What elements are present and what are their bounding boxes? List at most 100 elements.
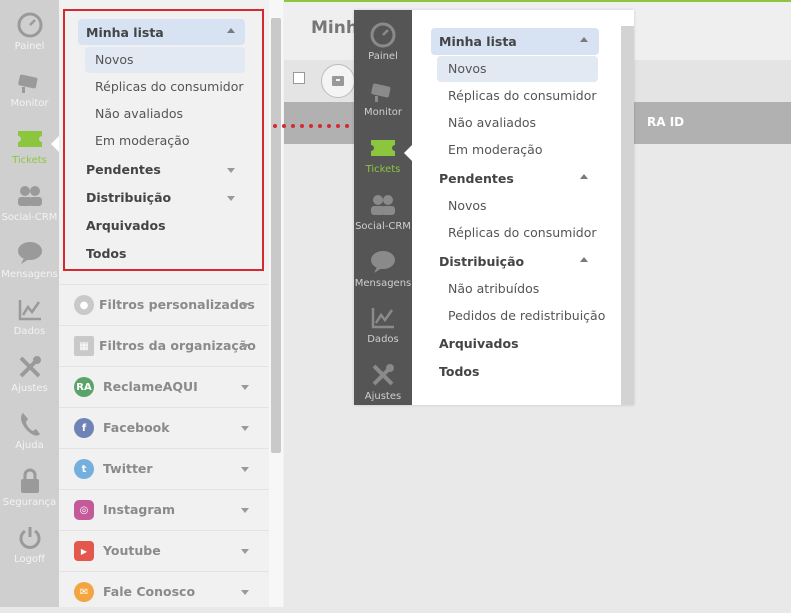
- rail-label: Monitor: [10, 98, 49, 109]
- archive-button[interactable]: [321, 64, 355, 98]
- sidebar-channel-twitter[interactable]: t Twitter: [59, 448, 269, 490]
- sidebar-channel-instagram[interactable]: ◎ Instagram: [59, 489, 269, 531]
- expand-icon[interactable]: [241, 385, 249, 390]
- rail-label: Dados: [13, 326, 46, 337]
- sidebar-filtros-personalizados[interactable]: ● Filtros personalizados: [59, 284, 269, 326]
- popup-pendentes-replicas[interactable]: Réplicas do consumidor: [448, 225, 597, 240]
- rail-item-monitor[interactable]: Monitor: [354, 76, 412, 133]
- sidebar-channel-reclameaqui[interactable]: RA ReclameAQUI: [59, 366, 269, 408]
- collapse-icon[interactable]: [580, 174, 588, 179]
- instagram-icon: ◎: [74, 500, 94, 520]
- rail-label: Tickets: [12, 155, 47, 166]
- chat-bubble-icon: [371, 251, 395, 273]
- popup-pendentes[interactable]: Pendentes: [439, 171, 514, 186]
- user-icon: ●: [74, 295, 94, 315]
- rail-item-dados[interactable]: Dados: [0, 295, 59, 352]
- rail-item-mensagens[interactable]: Mensagens: [0, 238, 59, 295]
- rail-item-tickets[interactable]: Tickets: [0, 124, 59, 181]
- gauge-icon: [370, 22, 396, 48]
- rail-item-painel[interactable]: Painel: [0, 10, 59, 67]
- select-all-checkbox[interactable]: [293, 72, 305, 84]
- rail-item-painel[interactable]: Painel: [354, 20, 412, 77]
- camera-icon: [371, 83, 391, 102]
- youtube-icon: ▶: [74, 541, 94, 561]
- facebook-icon: f: [74, 418, 94, 438]
- phone-icon: [20, 413, 40, 436]
- rail-label: Painel: [368, 51, 398, 62]
- rail-label: Mensagens: [354, 278, 412, 289]
- zoomed-scrollbar[interactable]: [621, 26, 634, 405]
- popup-pendentes-novos[interactable]: Novos: [448, 198, 487, 213]
- rail-item-ajustes[interactable]: Ajustes: [0, 352, 59, 409]
- expand-icon[interactable]: [241, 590, 249, 595]
- rail-item-ajustes[interactable]: Ajustes: [354, 360, 412, 417]
- column-ra-id[interactable]: RA ID: [647, 115, 684, 129]
- expand-icon[interactable]: [241, 549, 249, 554]
- popup-distribuicao-pedidos[interactable]: Pedidos de redistribuição: [448, 308, 605, 323]
- rail-item-seguranca[interactable]: Segurança: [0, 466, 59, 523]
- rail-label: Ajustes: [364, 391, 402, 402]
- rail-label: Social-CRM: [1, 212, 58, 223]
- sidebar-channel-youtube[interactable]: ▶ Youtube: [59, 530, 269, 572]
- rail-item-social-crm[interactable]: Social-CRM: [0, 181, 59, 238]
- popup-distribuicao[interactable]: Distribuição: [439, 254, 524, 269]
- popup-item-nao-avaliados[interactable]: Não avaliados: [448, 115, 536, 130]
- building-icon: ▦: [74, 336, 94, 356]
- rail-item-logoff[interactable]: Logoff: [0, 523, 59, 580]
- rail-item-social-crm[interactable]: Social-CRM: [354, 190, 412, 247]
- rail-item-ajuda[interactable]: Ajuda: [0, 409, 59, 466]
- popup-minha-lista[interactable]: Minha lista: [439, 34, 517, 49]
- connector-dots: [273, 124, 349, 128]
- rail-item-mensagens[interactable]: Mensagens: [354, 247, 412, 304]
- rail-label: Mensagens: [1, 269, 58, 280]
- users-icon: [17, 186, 42, 206]
- popup-item-replicas[interactable]: Réplicas do consumidor: [448, 88, 597, 103]
- tools-icon: [372, 364, 394, 386]
- rail-label: Ajuda: [15, 440, 44, 451]
- rail-label: Painel: [14, 41, 45, 52]
- rail-label: Ajustes: [11, 383, 48, 394]
- power-icon: [19, 527, 40, 549]
- users-icon: [371, 195, 395, 215]
- rail-label: Social-CRM: [355, 221, 411, 232]
- expand-icon[interactable]: [241, 508, 249, 513]
- chart-line-icon: [371, 308, 394, 329]
- rail-label: Logoff: [14, 554, 45, 565]
- active-notch: [51, 136, 59, 152]
- popup-item-em-moderacao[interactable]: Em moderação: [448, 142, 542, 157]
- sidebar-channel-facebook[interactable]: f Facebook: [59, 407, 269, 449]
- chart-line-icon: [18, 300, 41, 321]
- rail-item-tickets[interactable]: Tickets: [354, 133, 412, 190]
- rail-label: Segurança: [2, 497, 57, 508]
- highlight-box: [63, 9, 264, 271]
- archive-icon: [332, 76, 344, 86]
- reclameaqui-icon: RA: [74, 377, 94, 397]
- ticket-icon: [17, 131, 42, 147]
- rail-label: Dados: [367, 334, 399, 345]
- collapse-icon[interactable]: [580, 37, 588, 42]
- expand-icon[interactable]: [241, 303, 249, 308]
- collapse-icon[interactable]: [580, 257, 588, 262]
- popup-distribuicao-nao-atribuidos[interactable]: Não atribuídos: [448, 281, 539, 296]
- expand-icon[interactable]: [241, 426, 249, 431]
- popup-todos[interactable]: Todos: [439, 364, 479, 379]
- zoomed-nav-rail: Painel Monitor Tickets Social-CRM Mensag…: [354, 10, 412, 405]
- rail-item-monitor[interactable]: Monitor: [0, 67, 59, 124]
- sidebar-scroll-thumb[interactable]: [271, 18, 281, 453]
- envelope-icon: ✉: [74, 582, 94, 602]
- popup-arquivados[interactable]: Arquivados: [439, 336, 519, 351]
- twitter-icon: t: [74, 459, 94, 479]
- ticket-icon: [371, 140, 395, 156]
- expand-icon[interactable]: [241, 344, 249, 349]
- camera-icon: [17, 74, 37, 93]
- popup-item-novos[interactable]: Novos: [448, 61, 487, 76]
- lock-icon: [20, 468, 39, 493]
- expand-icon[interactable]: [241, 467, 249, 472]
- rail-label: Monitor: [363, 107, 402, 118]
- rail-item-dados[interactable]: Dados: [354, 303, 412, 360]
- main-nav-rail: Painel Monitor Tickets Social-CRM Mensag…: [0, 0, 59, 607]
- sidebar-filtros-organizacao[interactable]: ▦ Filtros da organização: [59, 325, 269, 367]
- rail-label: Tickets: [365, 164, 401, 175]
- chat-bubble-icon: [17, 242, 42, 264]
- tools-icon: [19, 356, 41, 378]
